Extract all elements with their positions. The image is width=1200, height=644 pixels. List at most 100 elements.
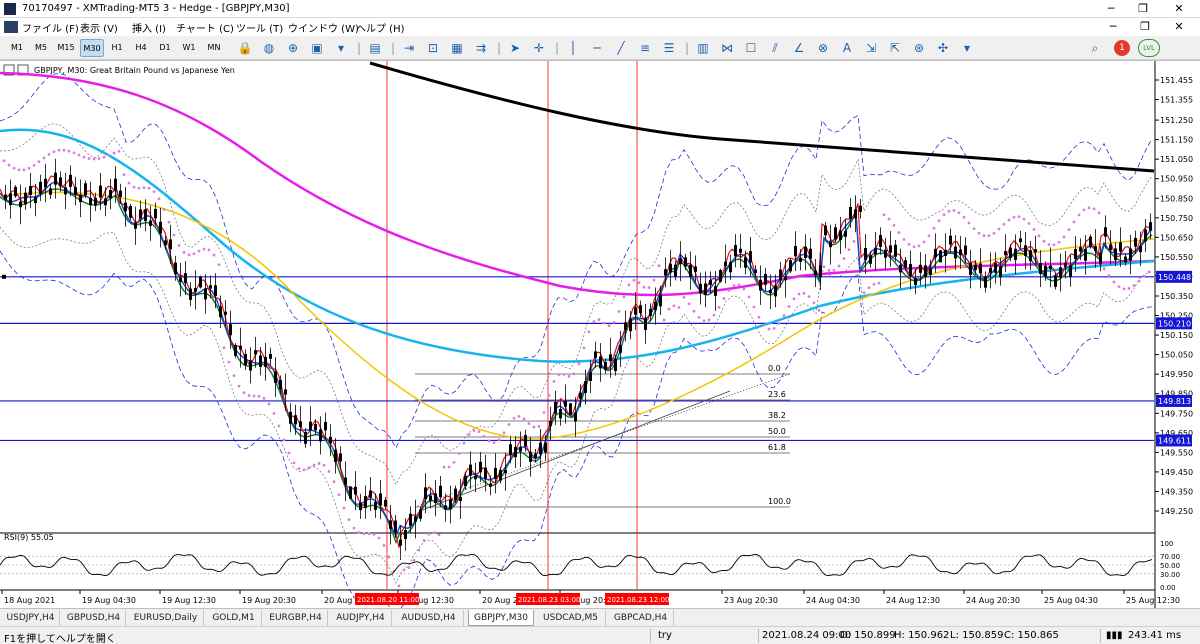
vertical-line-icon[interactable]: │ — [564, 39, 582, 57]
lock-icon[interactable]: 🔒 — [236, 39, 254, 57]
tab-gbpcad-h4[interactable]: GBPCAD,H4 — [608, 610, 674, 626]
depth-icon[interactable]: ⇉ — [472, 39, 490, 57]
timeframe-mn[interactable]: MN — [202, 39, 226, 57]
psar-dot — [732, 284, 736, 287]
indicator-icon[interactable]: ⊕ — [284, 39, 302, 57]
candle-body — [174, 262, 177, 275]
search-icon[interactable]: ⌕ — [1086, 39, 1104, 57]
gann-icon[interactable]: ▥ — [694, 39, 712, 57]
menu-insert[interactable]: 挿入 (I) — [132, 20, 166, 35]
candle-body — [984, 276, 987, 288]
candle-body — [849, 206, 852, 219]
menu-help[interactable]: ヘルプ (H) — [356, 20, 405, 35]
crosshair-icon[interactable]: ✛ — [530, 39, 548, 57]
price-chart[interactable]: 151.455 151.355 151.250 151.150 151.050 150.9… — [0, 61, 1200, 609]
shapes-icon[interactable]: ⊗ — [814, 39, 832, 57]
psar-dot — [722, 297, 726, 300]
child-close-button[interactable]: ✕ — [1164, 20, 1194, 34]
trendline-icon[interactable]: ╱ — [612, 39, 630, 57]
timeframe-m30[interactable]: M30 — [80, 39, 104, 57]
psar-dot — [1142, 274, 1146, 278]
arrows-icon[interactable]: ✣ — [934, 39, 952, 57]
fibonacci-icon[interactable]: ☰ — [660, 39, 678, 57]
psar-dot — [1077, 213, 1081, 217]
minimize-button[interactable]: ─ — [1096, 2, 1126, 16]
child-restore-button[interactable]: ❐ — [1130, 20, 1160, 34]
hline-price-label: 149.813 — [1158, 397, 1191, 406]
chart-window[interactable]: 151.455 151.355 151.250 151.150 151.050 150.9… — [0, 60, 1200, 609]
timeframe-m5[interactable]: M5 — [30, 39, 52, 57]
tab-usdjpy-h4[interactable]: USDJPY,H4 — [2, 610, 60, 626]
stack-icon[interactable]: ◍ — [260, 39, 278, 57]
equidistant-channel-icon[interactable]: ≡ — [636, 39, 654, 57]
fibo-fan-icon[interactable]: ⇲ — [862, 39, 880, 57]
chart-shift-icon[interactable]: ⊡ — [424, 39, 442, 57]
cursor-icon[interactable]: ➤ — [506, 39, 524, 57]
timeframe-d1[interactable]: D1 — [154, 39, 176, 57]
fib-level-label: 100.0 — [768, 497, 791, 506]
menu-window[interactable]: ウインドウ (W) — [288, 20, 359, 35]
text-icon[interactable]: A — [838, 39, 856, 57]
psar-dot — [602, 321, 606, 325]
notification-badge[interactable]: 1 — [1114, 40, 1130, 56]
trade-panel-icon[interactable]: ▦ — [448, 39, 466, 57]
psar-dot — [217, 263, 221, 267]
elliott-icon[interactable]: ⊛ — [910, 39, 928, 57]
fibo-arcs-icon[interactable]: ⇱ — [886, 39, 904, 57]
menu-chart[interactable]: チャート (C) — [176, 20, 234, 35]
tab-eurgbp-h4[interactable]: EURGBP,H4 — [264, 610, 328, 626]
candle-body — [894, 244, 897, 257]
psar-dot — [297, 467, 301, 470]
lines-icon[interactable]: ⫽ — [766, 39, 784, 57]
candle-body — [554, 401, 557, 414]
tab-usdcad-m5[interactable]: USDCAD,M5 — [536, 610, 606, 626]
timeframe-m15[interactable]: M15 — [54, 39, 78, 57]
psar-dot — [687, 302, 691, 306]
menu-tools[interactable]: ツール (T) — [236, 20, 283, 35]
timeframe-w1[interactable]: W1 — [178, 39, 200, 57]
close-button[interactable]: ✕ — [1164, 2, 1194, 16]
menu-view[interactable]: 表示 (V) — [80, 20, 118, 35]
tab-gold-m1[interactable]: GOLD,M1 — [206, 610, 262, 626]
tab-audjpy-h4[interactable]: AUDJPY,H4 — [330, 610, 392, 626]
psar-dot — [692, 309, 696, 313]
candle-body — [99, 185, 102, 198]
candle-body — [364, 496, 367, 509]
dropdown-arrow-icon[interactable]: ▾ — [332, 39, 350, 57]
psar-dot — [882, 213, 886, 217]
dropdown-arrow-icon[interactable]: ▾ — [958, 39, 976, 57]
candle-body — [704, 283, 707, 296]
candle-body — [589, 372, 592, 381]
timeframe-h1[interactable]: H1 — [106, 39, 128, 57]
tab-eurusd-daily[interactable]: EURUSD,Daily — [128, 610, 204, 626]
tab-gbpusd-h4[interactable]: GBPUSD,H4 — [62, 610, 126, 626]
timeframe-h4[interactable]: H4 — [130, 39, 152, 57]
angle-icon[interactable]: ∠ — [790, 39, 808, 57]
candle-body — [334, 449, 337, 462]
psar-dot — [547, 394, 551, 397]
tab-audusd-h4[interactable]: AUDUSD,H4 — [394, 610, 464, 626]
autoscroll-icon[interactable]: ⇥ — [400, 39, 418, 57]
template-icon[interactable]: ▣ — [308, 39, 326, 57]
psar-dot — [942, 213, 946, 217]
restore-button[interactable]: ❐ — [1128, 2, 1158, 16]
psar-dot — [542, 410, 546, 414]
horizontal-line-icon[interactable]: ─ — [588, 39, 606, 57]
rectangle-icon[interactable]: ☐ — [742, 39, 760, 57]
profile-icon[interactable]: ▤ — [366, 39, 384, 57]
traffic-icon: ▮▮▮ — [1106, 630, 1123, 641]
candle-body — [234, 345, 237, 356]
psar-dot — [1017, 215, 1021, 219]
child-minimize-button[interactable]: ─ — [1098, 20, 1128, 34]
psar-dot — [242, 391, 246, 395]
timeframe-m1[interactable]: M1 — [6, 39, 28, 57]
psar-dot — [487, 439, 491, 443]
level-badge[interactable]: LVL — [1138, 39, 1160, 57]
psar-dot — [842, 257, 846, 260]
psar-dot — [102, 155, 106, 159]
andrews-pitchfork-icon[interactable]: ⋈ — [718, 39, 736, 57]
menu-file[interactable]: ファイル (F) — [22, 20, 79, 35]
tab-gbpjpy-m30[interactable]: GBPJPY,M30 — [468, 610, 534, 626]
psar-dot — [527, 422, 531, 425]
candle-body — [244, 354, 247, 366]
